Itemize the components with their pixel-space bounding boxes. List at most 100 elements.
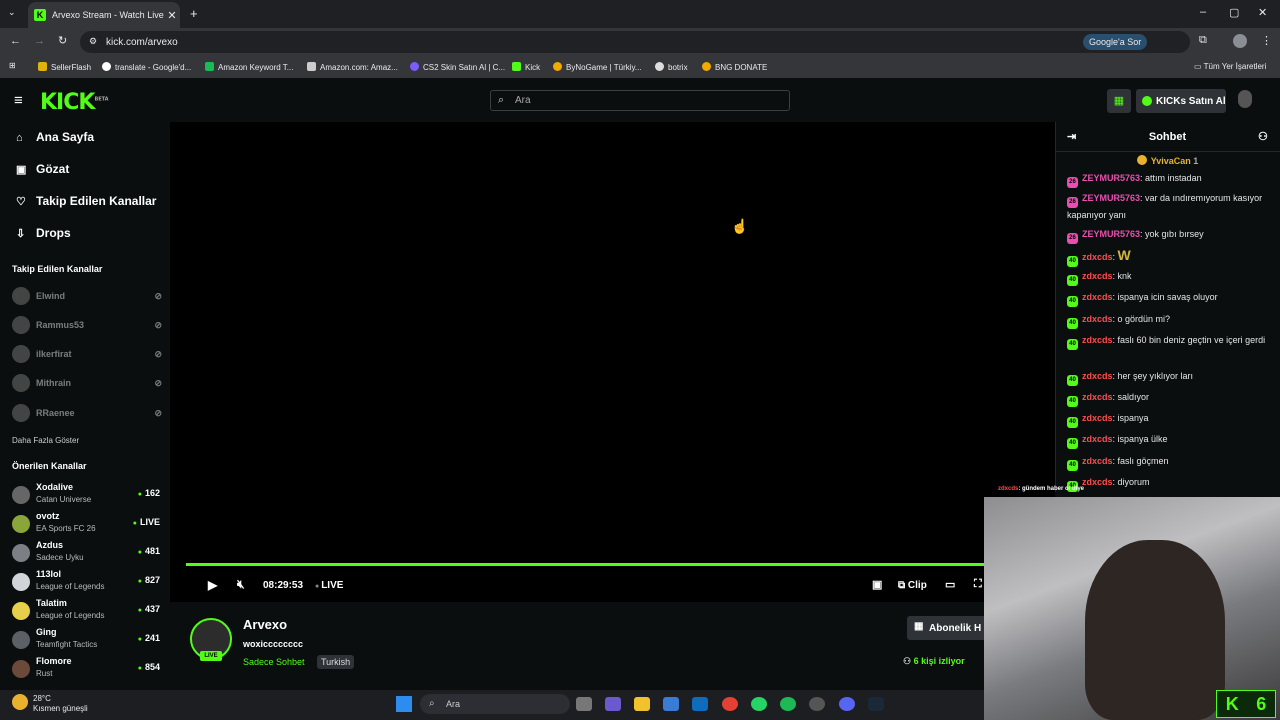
kick-logo[interactable]: KICKBETA <box>40 90 109 115</box>
chat-username[interactable]: zdxcds <box>1082 477 1113 487</box>
new-tab-button[interactable]: + <box>190 6 198 21</box>
chat-username[interactable]: ZEYMUR5763 <box>1082 193 1140 203</box>
stream-category[interactable]: Sadece Sohbet <box>243 657 305 667</box>
chat-username[interactable]: zdxcds <box>1082 335 1113 345</box>
play-icon[interactable]: ▶ <box>208 578 217 592</box>
file-explorer-icon[interactable] <box>634 697 650 711</box>
forward-icon[interactable]: → <box>34 35 45 47</box>
channel-name[interactable]: Arvexo <box>243 617 287 632</box>
viewer-count: LIVE <box>133 517 160 527</box>
store-icon[interactable] <box>663 697 679 711</box>
chat-username[interactable]: zdxcds <box>1082 371 1113 381</box>
nav-drops[interactable]: ⇩ Drops <box>16 226 71 240</box>
steam-icon[interactable] <box>868 697 884 711</box>
chat-username[interactable]: zdxcds <box>1082 314 1113 324</box>
following-channel[interactable]: ilkerfirat ⊘ <box>12 344 162 364</box>
bookmark-item[interactable]: CS2 Skin Satın Al | C... <box>410 62 505 72</box>
browser-tab[interactable]: K Arvexo Stream - Watch Live on ✕ <box>28 2 180 28</box>
tab-close-icon[interactable]: ✕ <box>164 9 180 22</box>
chat-users-icon[interactable]: ⚇ <box>1258 130 1268 143</box>
chat-username[interactable]: zdxcds <box>1082 413 1113 423</box>
widgets-icon[interactable] <box>605 697 621 711</box>
profile-avatar[interactable] <box>1233 34 1247 48</box>
chrome-icon[interactable] <box>722 697 738 711</box>
bookmark-item[interactable]: BNG DONATE <box>702 62 767 72</box>
window-close-icon[interactable]: ✕ <box>1258 6 1267 19</box>
user-avatar[interactable] <box>1238 90 1252 108</box>
weather-widget[interactable]: 28°C Kısmen güneşli <box>33 694 88 714</box>
chat-username[interactable]: zdxcds <box>1082 292 1113 302</box>
weather-icon <box>12 694 28 710</box>
minimize-icon[interactable]: – <box>1200 6 1206 18</box>
tab-list-icon[interactable]: ⌄ <box>8 7 16 18</box>
apps-grid-icon[interactable]: ⊞ <box>9 61 16 70</box>
chat-message: 26 ZEYMUR5763: yok gıbı bırsey <box>1067 227 1272 244</box>
bookmark-item[interactable]: botrix <box>655 62 688 72</box>
bookmark-item[interactable]: Amazon Keyword T... <box>205 62 293 72</box>
nav-browse[interactable]: ▣ Gözat <box>16 162 69 176</box>
theater-mode-icon[interactable]: ▭ <box>945 578 955 591</box>
google-sor-button[interactable]: Google'a Sor <box>1083 34 1148 50</box>
outlook-icon[interactable] <box>692 697 708 711</box>
windows-start-icon[interactable] <box>396 696 412 712</box>
recommended-channel[interactable]: Azdus Sadece Uyku 481 <box>12 540 160 568</box>
fullscreen-icon[interactable]: ⛶ <box>974 578 982 591</box>
bookmark-item[interactable]: translate - Google'd... <box>102 62 191 72</box>
taskbar-search[interactable]: Ara <box>420 694 570 714</box>
nav-following[interactable]: ♡ Takip Edilen Kanallar <box>16 194 156 208</box>
task-view-icon[interactable] <box>576 697 592 711</box>
whatsapp-icon[interactable] <box>751 697 767 711</box>
following-channel[interactable]: Elwind ⊘ <box>12 286 162 306</box>
pinned-gifter[interactable]: YvivaCan 1 <box>1055 155 1280 171</box>
search-input[interactable]: Ara <box>490 90 790 111</box>
mute-icon[interactable]: 🔇︎ <box>237 577 245 592</box>
chat-username[interactable]: zdxcds <box>1082 456 1113 466</box>
show-more-link[interactable]: Daha Fazla Göster <box>12 436 79 445</box>
discord-icon[interactable] <box>839 697 855 711</box>
chat-username[interactable]: zdxcds <box>1082 252 1113 262</box>
back-icon[interactable]: ← <box>10 35 21 47</box>
nav-home[interactable]: ⌂ Ana Sayfa <box>16 130 94 144</box>
all-bookmarks-folder[interactable]: ▭ Tüm Yer İşaretleri <box>1194 62 1266 71</box>
chat-emote: W <box>1117 247 1131 263</box>
reload-icon[interactable]: ↻ <box>58 34 67 47</box>
bookmark-item[interactable]: SellerFlash <box>38 62 91 72</box>
progress-bar[interactable] <box>186 563 986 566</box>
subscribe-button[interactable]: ▦ Abonelik H <box>907 616 987 640</box>
gift-icon[interactable]: ▦ <box>1107 89 1131 113</box>
chat-username[interactable]: ZEYMUR5763 <box>1082 173 1140 183</box>
spotify-icon[interactable] <box>780 697 796 711</box>
chat-username[interactable]: zdxcds <box>1082 392 1113 402</box>
url-field[interactable]: kick.com/arvexo <box>80 31 1190 53</box>
site-info-icon[interactable]: ⚙ <box>89 36 97 47</box>
following-channel[interactable]: RRaenee ⊘ <box>12 403 162 423</box>
buy-kicks-button[interactable]: KICKs Satın Al <box>1136 89 1226 113</box>
chat-username[interactable]: zdxcds <box>1082 434 1113 444</box>
recommended-channel[interactable]: Xodalive Catan Universe 162 <box>12 482 160 510</box>
recommended-channel[interactable]: ovotz EA Sports FC 26 LIVE <box>12 511 160 539</box>
mini-player-icon[interactable]: ▣ <box>872 578 882 591</box>
obs-icon[interactable] <box>809 697 825 711</box>
recommended-channel[interactable]: Ging Teamfight Tactics 241 <box>12 627 160 655</box>
extensions-icon[interactable]: ⧉ <box>1199 34 1207 47</box>
chat-username[interactable]: ZEYMUR5763 <box>1082 229 1140 239</box>
following-channel[interactable]: Mithrain ⊘ <box>12 373 162 393</box>
hamburger-menu-icon[interactable]: ≡ <box>14 92 23 109</box>
recommended-channel[interactable]: Talatim League of Legends 437 <box>12 598 160 626</box>
recommended-channel[interactable]: Flomore Rust 854 <box>12 656 160 684</box>
chat-text: ispanya ülke <box>1117 434 1168 444</box>
chat-username[interactable]: zdxcds <box>1082 271 1113 281</box>
recommended-channel[interactable]: 113lol League of Legends 827 <box>12 569 160 597</box>
bookmark-item[interactable]: Kick <box>512 62 540 72</box>
pinned-count: 1 <box>1193 156 1199 166</box>
bookmark-item[interactable]: ByNoGame | Türkiy... <box>553 62 642 72</box>
language-tag[interactable]: Turkish <box>317 655 355 669</box>
video-player[interactable] <box>170 122 1055 602</box>
clip-button[interactable]: ⧉ Clip <box>898 580 927 591</box>
bookmark-item[interactable]: Amazon.com: Amaz... <box>307 62 398 72</box>
bookmark-label: Amazon Keyword T... <box>218 63 294 72</box>
collapse-chat-icon[interactable]: ⇥ <box>1067 130 1076 143</box>
maximize-icon[interactable]: ▢ <box>1229 6 1239 19</box>
following-channel[interactable]: Rammus53 ⊘ <box>12 315 162 335</box>
chrome-menu-icon[interactable]: ⋮ <box>1261 34 1272 47</box>
